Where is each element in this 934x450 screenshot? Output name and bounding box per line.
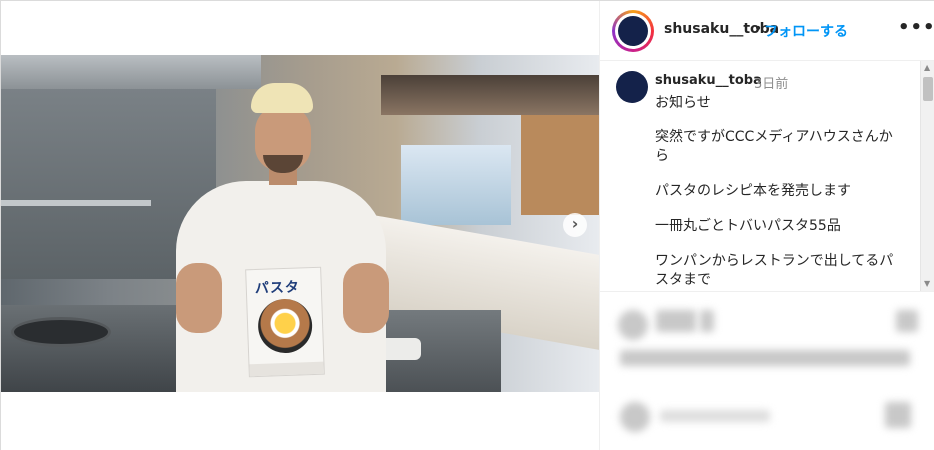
book-band <box>249 361 324 377</box>
caption-avatar[interactable] <box>616 71 648 103</box>
caption-line: お知らせ <box>655 95 711 111</box>
kitchen-stove <box>1 305 196 392</box>
caption-line: パスタのレシピ本を発売します <box>655 183 851 199</box>
chef-left-hand <box>176 263 222 333</box>
book-title: パスタ <box>254 279 301 298</box>
restaurant-window <box>401 145 511 225</box>
more-options-icon[interactable]: ••• <box>898 17 934 38</box>
caption-timestamp[interactable]: 3日前 <box>754 73 788 92</box>
post-media-pane: パスタ › <box>1 1 599 450</box>
instagram-post-modal: パスタ › shusaku__toba • フォローする ••• shusaku… <box>0 0 934 450</box>
story-ring-gap <box>615 13 651 49</box>
header-separator: • <box>754 21 763 37</box>
caption-username-link[interactable]: shusaku__toba <box>655 73 762 88</box>
post-header: shusaku__toba • フォローする ••• <box>600 1 934 61</box>
caption-line: スタまで <box>655 272 711 288</box>
scroll-up-arrow-icon[interactable]: ▲ <box>924 63 930 72</box>
pasta-recipe-book: パスタ <box>245 266 325 378</box>
scroll-thumb[interactable] <box>923 77 933 101</box>
caption-line: ワンパンからレストランで出してるパ <box>655 253 894 269</box>
blurred-comments-area <box>600 291 934 450</box>
caption-area: shusaku__toba 3日前 お知らせ 突然ですがCCCメディアハウスさん… <box>600 61 934 291</box>
blurred-text <box>896 310 918 332</box>
caption-line: 突然ですがCCCメディアハウスさんか <box>655 129 893 145</box>
caption-line: ら <box>655 148 669 164</box>
blurred-avatar <box>618 310 648 340</box>
post-photo[interactable]: パスタ <box>1 55 599 392</box>
kitchen-shelf <box>1 200 151 206</box>
stove-burner <box>11 317 111 347</box>
follow-button[interactable]: フォローする <box>764 21 848 41</box>
post-side-pane: shusaku__toba • フォローする ••• shusaku__toba… <box>599 1 934 450</box>
pasta-plate-illustration <box>257 298 314 354</box>
caption-scrollbar[interactable]: ▲ ▼ <box>920 61 934 291</box>
ceiling-lights <box>381 75 599 115</box>
blurred-text <box>660 410 770 422</box>
chef-right-hand <box>343 263 389 333</box>
scroll-down-arrow-icon[interactable]: ▼ <box>924 279 930 288</box>
blurred-text <box>620 350 910 366</box>
chef-hair <box>251 83 313 113</box>
blurred-text <box>700 310 714 332</box>
blurred-text <box>656 310 696 332</box>
author-avatar[interactable] <box>618 16 648 46</box>
caption-line: 一冊丸ごとトバいパスタ55品 <box>655 218 841 234</box>
wooden-shelves <box>521 115 599 215</box>
story-ring[interactable] <box>612 10 654 52</box>
blurred-text <box>885 402 911 428</box>
carousel-next-button[interactable]: › <box>563 213 587 237</box>
blurred-avatar <box>620 402 650 432</box>
